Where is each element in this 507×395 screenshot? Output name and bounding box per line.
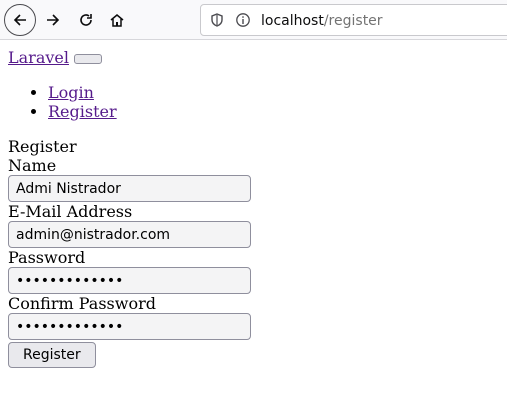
- nav-item-login: Login: [48, 83, 499, 102]
- back-arrow-icon: [13, 14, 26, 26]
- email-input[interactable]: [8, 221, 251, 248]
- nav-item-register: Register: [48, 102, 499, 121]
- forward-button[interactable]: [37, 4, 69, 36]
- reload-button[interactable]: [70, 4, 102, 36]
- browser-toolbar: localhost/register: [0, 0, 507, 40]
- name-input[interactable]: [8, 175, 251, 202]
- back-button[interactable]: [4, 4, 36, 36]
- url-host: localhost: [261, 13, 324, 29]
- confirm-password-label: Confirm Password: [8, 294, 156, 313]
- password-input[interactable]: [8, 267, 251, 294]
- navbar: Laravel: [8, 48, 499, 67]
- navbar-toggle-button[interactable]: [74, 53, 103, 64]
- name-label: Name: [8, 156, 57, 175]
- form-title: Register: [8, 137, 77, 156]
- email-label: E-Mail Address: [8, 202, 133, 221]
- register-link[interactable]: Register: [48, 102, 117, 121]
- register-form: Register Name E-Mail Address Password Co…: [8, 137, 499, 368]
- url-path: /register: [323, 13, 383, 29]
- forward-arrow-icon: [47, 14, 60, 26]
- page-content: Laravel Login Register Register Name E-M…: [0, 40, 507, 376]
- register-button[interactable]: Register: [8, 342, 96, 368]
- reload-icon: [80, 14, 92, 26]
- nav-links: Login Register: [8, 83, 499, 121]
- shield-icon[interactable]: [209, 12, 225, 28]
- confirm-password-input[interactable]: [8, 313, 251, 340]
- address-bar[interactable]: localhost/register: [200, 4, 507, 36]
- login-link[interactable]: Login: [48, 83, 94, 102]
- site-info-icon[interactable]: [235, 12, 251, 28]
- brand-link[interactable]: Laravel: [8, 48, 69, 67]
- url-text[interactable]: localhost/register: [261, 12, 383, 30]
- password-label: Password: [8, 248, 86, 267]
- home-icon: [110, 14, 124, 27]
- home-button[interactable]: [101, 4, 133, 36]
